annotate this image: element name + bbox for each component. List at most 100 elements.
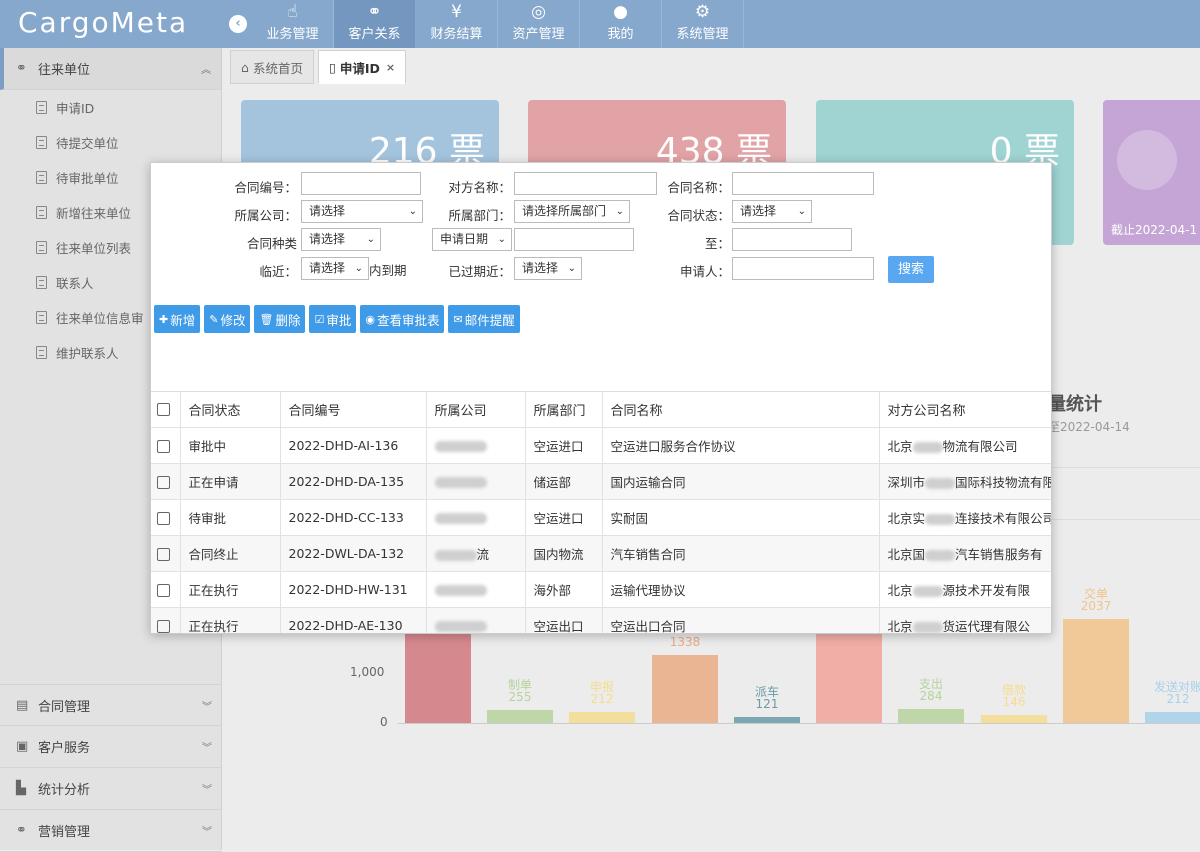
sidebar-section-customer-service[interactable]: ▣ 客户服务 ︾ xyxy=(0,726,222,768)
company-select[interactable]: 请选择 ⌄ xyxy=(301,200,423,223)
status-select[interactable]: 请选择 ⌄ xyxy=(732,200,812,223)
eye-icon: ◉ xyxy=(365,312,375,326)
add-button[interactable]: ✚ 新增 xyxy=(154,305,201,333)
row-checkbox[interactable] xyxy=(157,620,170,633)
chart-divider xyxy=(1046,467,1200,468)
type-label: 合同种类 xyxy=(246,236,297,251)
search-button[interactable]: 搜索 xyxy=(888,256,934,283)
contract-no-cell: 2022-DWL-DA-132 xyxy=(280,535,427,572)
chart-bar xyxy=(487,710,553,723)
file-icon xyxy=(36,206,47,219)
near-select[interactable]: 请选择 ⌄ xyxy=(301,257,369,280)
row-select-cell xyxy=(151,427,181,464)
counterparty-cell: 北京国 汽车销售服务有 xyxy=(879,535,1051,572)
collapse-sidebar-button[interactable]: ‹ xyxy=(229,15,247,33)
row-checkbox[interactable] xyxy=(157,548,170,561)
contract-name-cell: 运输代理协议 xyxy=(602,571,880,608)
expired-select[interactable]: 请选择 ⌄ xyxy=(514,257,582,280)
user-card-icon: ▣ xyxy=(16,739,29,754)
dept-select[interactable]: 请选择所属部门 ⌄ xyxy=(514,200,630,223)
status-label: 合同状态： xyxy=(667,208,730,223)
nav-item-assets[interactable]: ◎ 资产管理 xyxy=(498,0,580,48)
status-cell: 正在执行 xyxy=(180,607,281,633)
type-select[interactable]: 请选择 ⌄ xyxy=(301,228,381,251)
table-row[interactable]: 正在执行 2022-DHD-HW-131 海外部 运输代理协议 北京 源技术开发有限 xyxy=(151,571,1051,608)
nav-item-finance[interactable]: ¥ 财务结算 xyxy=(416,0,498,48)
date-to-input[interactable] xyxy=(732,228,852,251)
chart-subtitle: 至2022-04-14 xyxy=(1048,420,1130,434)
col-contract-no[interactable]: 合同编号 xyxy=(280,391,427,428)
view-approval-button[interactable]: ◉ 查看审批表 xyxy=(360,305,445,333)
table-row[interactable]: 合同终止 2022-DWL-DA-132 流国内物流 汽车销售合同 北京国 汽车销售服务有 xyxy=(151,535,1051,572)
table-row[interactable]: 审批中 2022-DHD-AI-136 空运进口 空运进口服务合作协议 北京 物流有限公司 xyxy=(151,427,1051,464)
near-label: 临近： xyxy=(259,264,297,279)
chevron-down-icon: ⌄ xyxy=(797,206,806,217)
basketball-icon: ◎ xyxy=(531,2,546,22)
contract-name-cell: 国内运输合同 xyxy=(602,463,880,500)
status-cell: 审批中 xyxy=(180,427,281,464)
edit-button[interactable]: ✎ 修改 xyxy=(204,305,251,333)
counterparty-input[interactable] xyxy=(514,172,657,195)
counterparty-label: 对方名称： xyxy=(448,180,511,195)
applicant-input[interactable] xyxy=(732,257,874,280)
close-icon[interactable]: × xyxy=(386,61,395,74)
counterparty-cell: 北京 源技术开发有限 xyxy=(879,571,1051,608)
row-checkbox[interactable] xyxy=(157,584,170,597)
sidebar-section-marketing[interactable]: ⚭ 营销管理 ︾ xyxy=(0,810,222,852)
expired-label: 已过期近： xyxy=(448,264,511,279)
row-checkbox[interactable] xyxy=(157,476,170,489)
nav-item-system[interactable]: ⚙ 系统管理 xyxy=(662,0,744,48)
row-checkbox[interactable] xyxy=(157,440,170,453)
contract-no-input[interactable] xyxy=(301,172,421,195)
nav-item-mine[interactable]: ● 我的 xyxy=(580,0,662,48)
redacted-text xyxy=(925,478,956,489)
col-dept[interactable]: 所属部门 xyxy=(525,391,603,428)
row-checkbox[interactable] xyxy=(157,512,170,525)
col-counterparty[interactable]: 对方公司名称 xyxy=(879,391,1051,428)
calendar-icon: ▤ xyxy=(16,697,29,713)
redacted-text xyxy=(434,621,487,632)
contract-name-cell: 汽车销售合同 xyxy=(602,535,880,572)
counterparty-cell: 北京实 连接技术有限公司 xyxy=(879,499,1051,536)
yen-icon: ¥ xyxy=(451,2,462,22)
col-contract-name[interactable]: 合同名称 xyxy=(602,391,880,428)
sidebar-item-pending-submit[interactable]: 待提交单位 xyxy=(0,125,221,160)
stat-card-4: 截止2022-04-1 xyxy=(1103,100,1200,245)
chart-bar xyxy=(405,630,471,723)
row-select-cell xyxy=(151,571,181,608)
file-icon xyxy=(36,346,47,359)
company-cell xyxy=(426,463,526,500)
tab-apply-id[interactable]: ▯ 申请ID × xyxy=(317,50,407,84)
bar-value-label: 284 xyxy=(919,689,943,703)
contract-name-label: 合同名称： xyxy=(667,180,730,195)
sidebar-section-partners[interactable]: ⚭ 往来单位 ︽ xyxy=(0,48,221,90)
table-row[interactable]: 正在申请 2022-DHD-DA-135 储运部 国内运输合同 深圳市 国际科技物流有限 xyxy=(151,463,1051,500)
tab-home[interactable]: ⌂ 系统首页 xyxy=(230,50,314,84)
sidebar-item-apply-id[interactable]: 申请ID xyxy=(0,90,221,125)
delete-button[interactable]: 🗑 删除 xyxy=(254,305,306,333)
sidebar-section-stats[interactable]: ▙ 统计分析 ︾ xyxy=(0,768,222,810)
col-company[interactable]: 所属公司 xyxy=(426,391,526,428)
contract-query-panel: 合同编号： 对方名称： 合同名称： 所属公司： 请选择 ⌄ 所属部门： 请选择所属… xyxy=(150,162,1052,634)
dept-cell: 空运出口 xyxy=(525,607,603,633)
near-suffix-label: 内到期 xyxy=(369,263,407,278)
date-type-select[interactable]: 申请日期 ⌄ xyxy=(432,228,512,251)
page-tabs: ⌂ 系统首页 ▯ 申请ID × xyxy=(230,50,410,84)
table-row[interactable]: 正在执行 2022-DHD-AE-130 空运出口 空运出口合同 北京 货运代理有限公 xyxy=(151,607,1051,633)
counterparty-cell: 北京 货运代理有限公 xyxy=(879,607,1051,633)
email-reminder-button[interactable]: ✉ 邮件提醒 xyxy=(448,305,520,333)
select-all-checkbox[interactable] xyxy=(157,403,170,416)
approve-button[interactable]: ☑ 审批 xyxy=(309,305,357,333)
sidebar-section-contracts[interactable]: ▤ 合同管理 ︾ xyxy=(0,684,222,726)
col-status[interactable]: 合同状态 xyxy=(180,391,281,428)
bar-value-label: 1338 xyxy=(669,635,701,649)
chart-bar xyxy=(898,709,964,723)
contract-name-input[interactable] xyxy=(732,172,874,195)
company-cell xyxy=(426,607,526,633)
nav-item-business[interactable]: ☝ 业务管理 xyxy=(252,0,334,48)
to-label: 至： xyxy=(704,236,730,251)
table-row[interactable]: 待审批 2022-DHD-CC-133 空运进口 实耐固 北京实 连接技术有限公司 xyxy=(151,499,1051,536)
nav-item-crm[interactable]: ⚭ 客户关系 xyxy=(334,0,416,48)
date-from-input[interactable] xyxy=(514,228,634,251)
row-select-cell xyxy=(151,607,181,633)
